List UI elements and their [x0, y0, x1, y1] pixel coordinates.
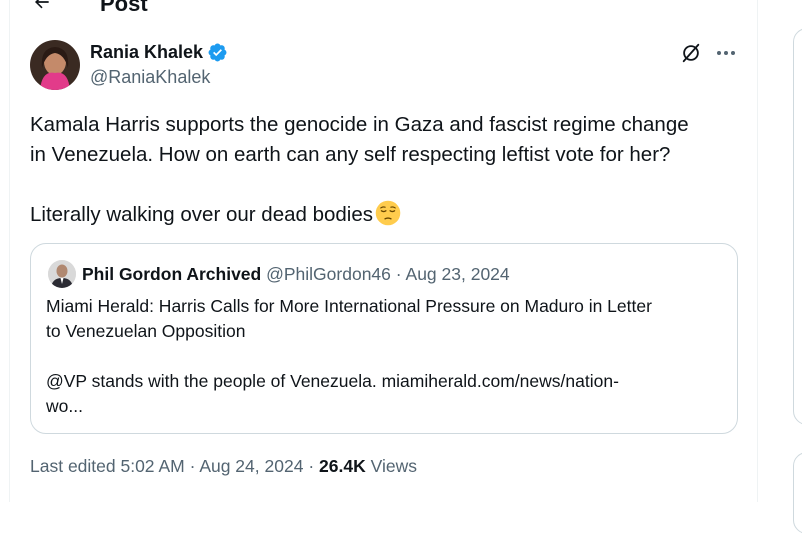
page-title: Post	[100, 0, 148, 16]
quote-author-name[interactable]: Phil Gordon Archived	[82, 264, 261, 284]
quote-text: Miami Herald: Harris Calls for More Inte…	[46, 296, 652, 416]
sidebar-card-lower	[793, 452, 802, 534]
tweet-text: Kamala Harris supports the genocide in G…	[30, 110, 745, 230]
pensive-face-emoji	[375, 200, 401, 226]
views-label: Views	[370, 456, 417, 476]
sidebar-card	[793, 28, 802, 425]
back-button[interactable]	[24, 0, 60, 20]
views-count: 26.4K	[319, 456, 366, 476]
column-border-left	[9, 0, 10, 502]
last-edited-time[interactable]: Last edited 5:02 AM	[30, 456, 185, 476]
quote-separator: ·	[395, 264, 402, 284]
tweet-text-body: Kamala Harris supports the genocide in G…	[30, 113, 689, 226]
more-options-button[interactable]	[713, 41, 739, 65]
verified-badge-icon	[208, 43, 227, 62]
grok-button[interactable]	[679, 41, 703, 65]
back-arrow-icon	[35, 0, 49, 9]
quoted-tweet-card[interactable]: Phil Gordon Archived @PhilGordon46 · Aug…	[30, 243, 738, 434]
footer-separator: ·	[189, 456, 196, 476]
quote-avatar[interactable]	[48, 260, 76, 288]
column-border-right	[757, 0, 758, 502]
author-handle[interactable]: @RaniaKhalek	[90, 67, 210, 88]
avatar[interactable]	[30, 40, 80, 90]
quote-author-handle[interactable]: @PhilGordon46	[266, 264, 391, 284]
author-name[interactable]: Rania Khalek	[90, 42, 228, 63]
more-icon	[717, 51, 735, 55]
author-name-text[interactable]: Rania Khalek	[90, 42, 203, 63]
quote-date[interactable]: Aug 23, 2024	[406, 264, 510, 284]
grok-icon	[682, 43, 700, 63]
quote-header: Phil Gordon Archived @PhilGordon46 · Aug…	[82, 264, 510, 285]
tweet-footer: Last edited 5:02 AM · Aug 24, 2024 · 26.…	[30, 456, 417, 477]
tweet-date[interactable]: Aug 24, 2024	[199, 456, 303, 476]
footer-separator-2: ·	[308, 456, 315, 476]
